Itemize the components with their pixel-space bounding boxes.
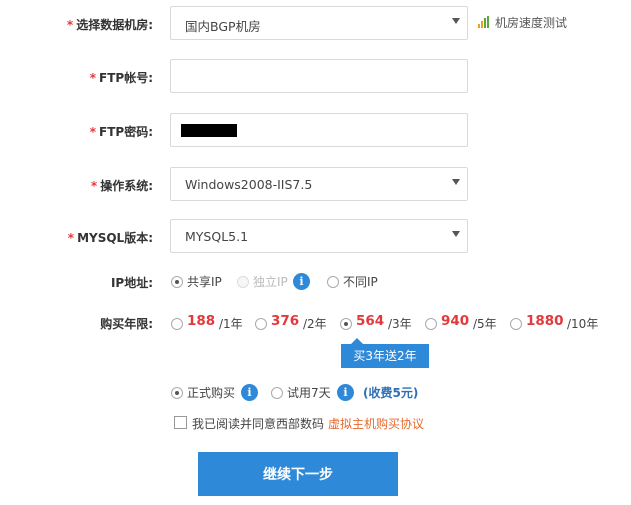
years-1-unit: /1年 bbox=[219, 317, 243, 331]
ftp-account-input[interactable] bbox=[170, 59, 468, 93]
os-select[interactable]: Windows2008-IIS7.5 bbox=[170, 167, 468, 201]
years-3-price: 564 bbox=[356, 313, 385, 329]
ip-dedicated-label: 独立IP bbox=[253, 275, 288, 289]
ftp-password-input[interactable] bbox=[170, 113, 468, 147]
next-step-button[interactable]: 继续下一步 bbox=[198, 452, 398, 496]
ip-shared-label: 共享IP bbox=[187, 275, 222, 289]
years-5-price: 940 bbox=[441, 313, 470, 329]
info-icon[interactable]: i bbox=[241, 384, 258, 401]
purchase-trial-radio[interactable] bbox=[271, 387, 283, 399]
ip-different-label: 不同IP bbox=[343, 275, 378, 289]
ftp-account-label: * FTP帐号: bbox=[89, 71, 153, 85]
datacenter-select[interactable]: 国内BGP机房 bbox=[170, 6, 468, 40]
ftp-password-label: * FTP密码: bbox=[89, 125, 153, 139]
trial-fee-text: (收费5元) bbox=[363, 386, 419, 400]
os-label: * 操作系统: bbox=[90, 179, 153, 193]
years-10-price: 1880 bbox=[526, 313, 564, 329]
purchase-formal-label: 正式购买 bbox=[187, 386, 236, 400]
agreement-checkbox[interactable] bbox=[174, 416, 187, 429]
years-10-unit: /10年 bbox=[567, 317, 599, 331]
years-5-radio[interactable] bbox=[425, 318, 437, 330]
ip-dedicated-radio bbox=[237, 276, 249, 288]
info-icon[interactable]: i bbox=[293, 273, 310, 290]
years-5-unit: /5年 bbox=[473, 317, 497, 331]
ip-label: IP地址: bbox=[110, 276, 153, 290]
agreement-text: 我已阅读并同意西部数码 bbox=[192, 417, 325, 431]
speed-test-link[interactable]: 机房速度测试 bbox=[478, 14, 567, 31]
years-3-radio[interactable] bbox=[340, 318, 352, 330]
years-3-unit: /3年 bbox=[388, 317, 412, 331]
agreement-link[interactable]: 虚拟主机购买协议 bbox=[328, 415, 424, 432]
info-icon[interactable]: i bbox=[337, 384, 354, 401]
years-label: 购买年限: bbox=[100, 317, 153, 331]
purchase-trial-label: 试用7天 bbox=[287, 386, 331, 400]
redacted-password bbox=[181, 124, 237, 137]
bar-chart-icon bbox=[478, 16, 490, 28]
chevron-down-icon bbox=[452, 18, 460, 24]
years-1-radio[interactable] bbox=[171, 318, 183, 330]
years-2-radio[interactable] bbox=[255, 318, 267, 330]
years-2-price: 376 bbox=[271, 313, 300, 329]
years-10-radio[interactable] bbox=[510, 318, 522, 330]
mysql-select[interactable]: MYSQL5.1 bbox=[170, 219, 468, 253]
purchase-formal-radio[interactable] bbox=[171, 387, 183, 399]
chevron-down-icon bbox=[452, 231, 460, 237]
years-2-unit: /2年 bbox=[303, 317, 327, 331]
promo-tooltip: 买3年送2年 bbox=[341, 338, 429, 368]
years-1-price: 188 bbox=[187, 313, 216, 329]
chevron-down-icon bbox=[452, 179, 460, 185]
ip-shared-radio[interactable] bbox=[171, 276, 183, 288]
mysql-label: * MYSQL版本: bbox=[67, 231, 153, 245]
ip-different-radio[interactable] bbox=[327, 276, 339, 288]
datacenter-label: * 选择数据机房: bbox=[66, 18, 153, 32]
